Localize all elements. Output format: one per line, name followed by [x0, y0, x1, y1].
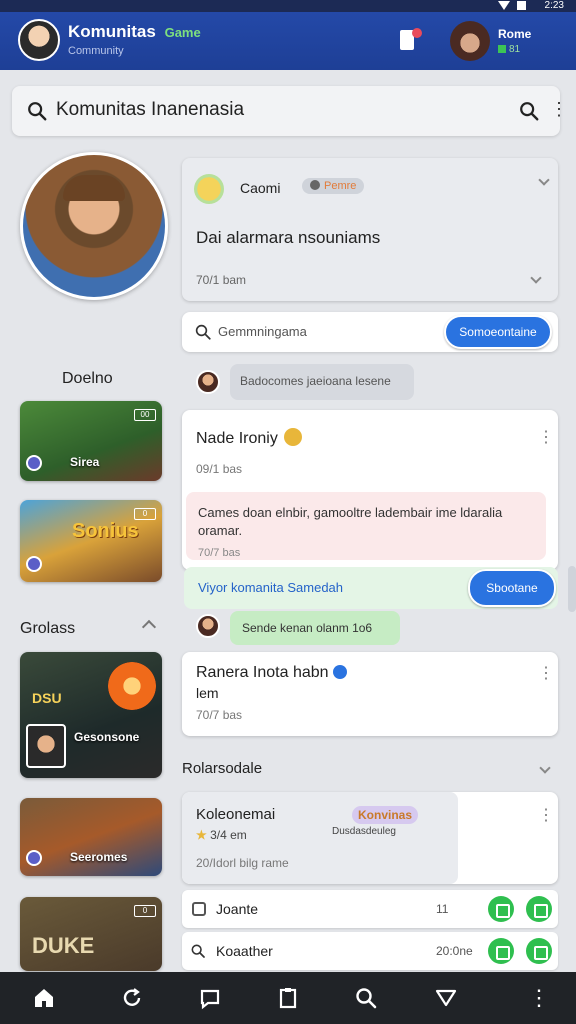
more-icon[interactable]: ⋮	[538, 430, 554, 446]
list-label: Joante	[216, 901, 259, 917]
battery-icon	[517, 1, 526, 10]
chevron-down-icon[interactable]	[538, 174, 550, 186]
action-icon[interactable]	[488, 896, 514, 922]
post-sub: lem	[196, 685, 219, 701]
group-author: Caomi	[240, 180, 281, 196]
game-thumbnail[interactable]: 0 DUKE	[20, 897, 162, 971]
avatar[interactable]	[196, 370, 220, 394]
post-author: Nade Ironiy	[196, 428, 302, 448]
game-thumbnail[interactable]: Seeromes	[20, 798, 162, 876]
coin-icon	[283, 428, 302, 446]
community-search[interactable]: Gemmningama Somoeontaine	[182, 312, 558, 352]
status-time: 2:23	[544, 0, 564, 11]
post-desc: Dusdasdeuleg	[332, 826, 396, 837]
post-author: Koleonemai	[196, 806, 276, 823]
sidebar-section-label: Grolass	[20, 620, 76, 637]
burst-icon	[108, 662, 156, 710]
thumb-dot-icon	[26, 556, 42, 572]
post-tag: Konvinas	[352, 806, 419, 824]
chat-bubble: Sende kenan olanm 1o6	[230, 611, 400, 645]
chevron-down-icon[interactable]	[530, 272, 542, 284]
search-button[interactable]: Somoeontaine	[444, 315, 552, 349]
join-text: Viyor komanita Samedah	[198, 580, 344, 595]
group-meta: 70/1 bam	[196, 273, 247, 287]
app-avatar[interactable]	[18, 19, 60, 61]
post-meta: 09/1 bas	[196, 462, 243, 476]
search-icon	[191, 944, 205, 958]
group-pill[interactable]: Pemre	[302, 178, 365, 194]
list-item[interactable]: Joante 11	[182, 890, 558, 928]
avatar[interactable]	[196, 614, 220, 638]
more-icon[interactable]: ⋮	[528, 986, 552, 1010]
action-icon[interactable]	[488, 938, 514, 964]
app-subtitle: Community	[68, 45, 124, 57]
game-thumbnail[interactable]: DSU Gesonsone	[20, 652, 162, 778]
thumb-dot-icon	[26, 455, 42, 471]
thumb-dot-icon	[26, 850, 42, 866]
home-icon[interactable]	[32, 986, 56, 1010]
post-card[interactable]: Koleonemai Konvinas ★ 3/4 em Dusdasdeule…	[182, 792, 558, 884]
search-submit-icon[interactable]	[518, 100, 540, 122]
chevron-up-icon[interactable]	[141, 619, 157, 635]
game-thumbnail[interactable]: 00 Sirea	[20, 401, 162, 481]
wifi-icon	[498, 1, 510, 10]
chat-icon[interactable]	[198, 986, 222, 1010]
join-button[interactable]: Sbootane	[468, 569, 556, 607]
search-icon[interactable]	[354, 986, 378, 1010]
post-meta: 70/7 bas	[196, 708, 243, 722]
bottom-nav: ⋮	[0, 972, 576, 1024]
share-icon[interactable]	[526, 896, 552, 922]
square-icon	[192, 902, 206, 916]
group-title: Dai alarmara nsouniams	[196, 228, 381, 247]
post-meta: 20/Idorl bilg rame	[196, 856, 289, 870]
more-icon[interactable]: ⋮	[538, 666, 554, 682]
game-badge: Game	[164, 25, 201, 40]
verified-icon	[332, 665, 347, 679]
emoji-avatar	[194, 174, 224, 204]
user-avatar[interactable]	[450, 21, 490, 61]
share-icon[interactable]	[526, 938, 552, 964]
group-card[interactable]: Caomi Pemre Dai alarmara nsouniams 70/1 …	[182, 158, 558, 301]
user-stat: 81	[498, 44, 520, 55]
list-label: Koaather	[216, 943, 273, 959]
list-count: 20:0ne	[436, 944, 473, 958]
search-value: Komunitas Inanenasia	[56, 99, 245, 120]
search-input[interactable]: Komunitas Inanenasia ⋮	[12, 86, 568, 136]
rating: ★ 3/4 em	[196, 828, 247, 842]
post-card[interactable]: Ranera Inota habn lem 70/7 bas ⋮	[182, 652, 558, 736]
list-count: 11	[436, 902, 449, 916]
search-placeholder: Gemmningama	[218, 324, 307, 339]
chat-bubble: Badocomes jaeioana lesene	[230, 364, 414, 400]
status-bar: 2:23	[0, 0, 576, 12]
section-title: Rolarsodale	[182, 760, 263, 777]
join-row[interactable]: Viyor komanita Samedah Sbootane	[184, 567, 558, 609]
hero-portrait[interactable]	[20, 152, 168, 300]
avatar	[26, 724, 66, 768]
app-title: Komunitas Game	[68, 22, 201, 41]
search-icon	[195, 324, 211, 340]
post-author: Ranera Inota habn	[196, 664, 347, 682]
search-icon	[28, 102, 47, 121]
clipboard-icon[interactable]	[276, 986, 300, 1010]
scrollbar[interactable]	[568, 566, 576, 612]
user-name: Rome	[498, 27, 532, 41]
sidebar-section-label: Doelno	[62, 370, 113, 387]
more-icon[interactable]: ⋮	[538, 808, 554, 824]
chevron-down-icon[interactable]	[539, 762, 551, 774]
list-item[interactable]: Koaather 20:0ne	[182, 932, 558, 970]
post-body: Cames doan elnbir, gamooltre ladembair i…	[186, 492, 546, 560]
game-thumbnail[interactable]: 0 Sonius	[20, 500, 162, 582]
app-header: Komunitas Game Community Rome 81	[0, 12, 576, 70]
more-icon[interactable]: ⋮	[550, 100, 568, 118]
filter-icon[interactable]	[434, 986, 458, 1010]
refresh-icon[interactable]	[120, 986, 144, 1010]
notification-icon[interactable]	[400, 28, 422, 50]
